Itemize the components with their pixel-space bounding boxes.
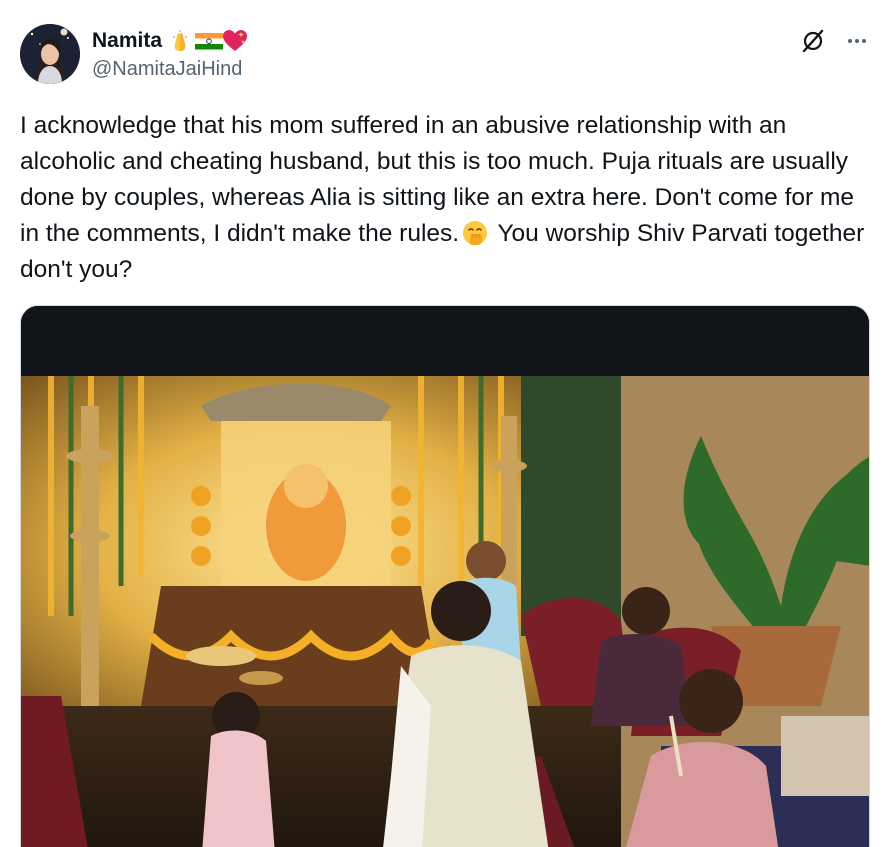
- avatar[interactable]: [20, 24, 80, 84]
- header-actions: [800, 28, 870, 54]
- folded-hands-emoji-icon: [168, 29, 192, 53]
- tweet: Namita @NamitaJaiHind I acknowledge that…: [0, 0, 890, 847]
- grok-icon[interactable]: [800, 28, 826, 54]
- display-name[interactable]: Namita: [92, 29, 162, 53]
- india-flag-emoji-icon: [195, 29, 224, 53]
- face-with-hand-over-mouth-emoji-icon: [461, 219, 489, 247]
- display-name-row: Namita: [92, 28, 248, 54]
- name-emoji-badges: [168, 29, 248, 53]
- more-icon[interactable]: [844, 28, 870, 54]
- media-letterbox: [21, 306, 869, 376]
- sparkling-heart-emoji-icon: [222, 29, 248, 53]
- author-names: Namita @NamitaJaiHind: [92, 28, 248, 81]
- media-photo[interactable]: [21, 376, 869, 847]
- tweet-header: Namita @NamitaJaiHind: [20, 24, 870, 88]
- tweet-text: I acknowledge that his mom suffered in a…: [20, 108, 870, 288]
- tweet-media[interactable]: [20, 305, 870, 847]
- author-handle[interactable]: @NamitaJaiHind: [92, 58, 246, 81]
